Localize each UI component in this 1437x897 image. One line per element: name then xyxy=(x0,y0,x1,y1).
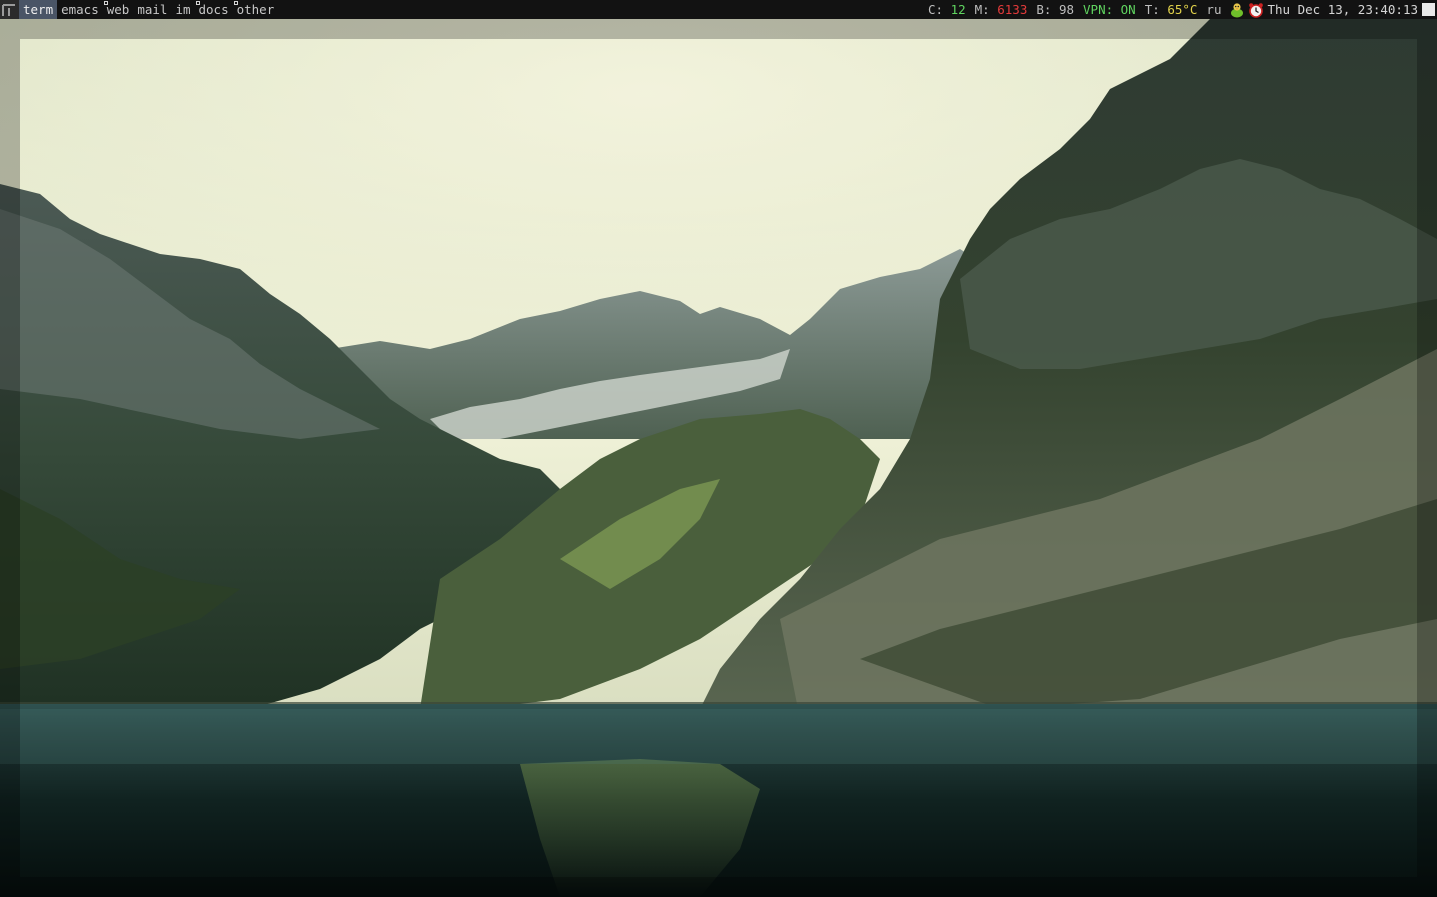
temperature-value: 65°C xyxy=(1167,2,1198,17)
tag-occupied-indicator xyxy=(195,1,200,5)
alarm-clock-icon[interactable] xyxy=(1248,2,1264,18)
tag-occupied-indicator xyxy=(233,1,238,5)
tag-label: im xyxy=(175,2,191,17)
tag-emacs[interactable]: emacs xyxy=(57,0,103,19)
tag-label: web xyxy=(106,2,130,17)
temperature-label: T: xyxy=(1144,2,1160,17)
tag-label: term xyxy=(23,2,54,17)
memory-widget: M: 6133 xyxy=(975,0,1028,19)
tag-mail[interactable]: mail xyxy=(133,0,171,19)
vpn-widget: VPN: ON xyxy=(1083,0,1136,19)
memory-value: 6133 xyxy=(997,2,1028,17)
layout-tile-icon[interactable] xyxy=(0,0,19,19)
tag-label: mail xyxy=(137,2,168,17)
cpu-value: 12 xyxy=(950,2,966,17)
cpu-widget: C: 12 xyxy=(928,0,966,19)
tag-label: other xyxy=(236,2,275,17)
keyboard-layout[interactable]: ru xyxy=(1206,0,1221,19)
systray-toggle[interactable] xyxy=(1422,3,1435,16)
battery-widget: B: 98 xyxy=(1036,0,1074,19)
desktop-wallpaper xyxy=(0,19,1437,897)
cpu-label: C: xyxy=(928,2,944,17)
tag-term[interactable]: term xyxy=(19,0,58,19)
vpn-label: VPN: xyxy=(1083,2,1114,17)
clock[interactable]: Thu Dec 13, 23:40:13 xyxy=(1267,0,1418,19)
memory-label: M: xyxy=(974,2,990,17)
tag-docs[interactable]: docs xyxy=(195,0,233,19)
tag-web[interactable]: web xyxy=(103,0,134,19)
vpn-value: ON xyxy=(1120,2,1136,17)
battery-label: B: xyxy=(1036,2,1052,17)
top-panel: term emacs web mail im docs other C: 12 xyxy=(0,0,1437,19)
tag-other[interactable]: other xyxy=(233,0,279,19)
tag-im[interactable]: im xyxy=(171,0,194,19)
battery-value: 98 xyxy=(1058,2,1075,17)
tag-label: emacs xyxy=(61,2,99,17)
pidgin-icon[interactable] xyxy=(1229,2,1245,18)
tag-occupied-indicator xyxy=(103,1,108,5)
status-widgets: C: 12 M: 6133 B: 98 VPN: ON T: 65°C ru T… xyxy=(919,0,1437,19)
temperature-widget: T: 65°C xyxy=(1145,0,1198,19)
tag-label: docs xyxy=(198,2,229,17)
tag-list: term emacs web mail im docs other xyxy=(19,0,278,19)
